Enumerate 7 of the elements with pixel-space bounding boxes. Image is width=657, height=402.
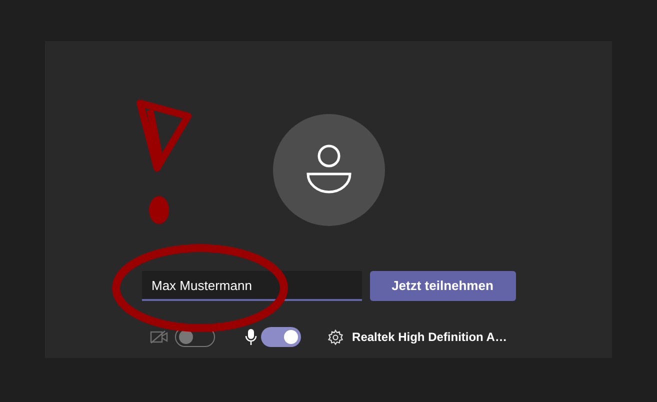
microphone-icon (245, 328, 258, 346)
microphone-toggle[interactable] (261, 327, 302, 347)
join-button[interactable]: Jetzt teilnehmen (370, 271, 516, 301)
name-field[interactable]: Max Mustermann (142, 271, 362, 301)
settings-icon[interactable] (327, 328, 344, 346)
audio-device-label[interactable]: Realtek High Definition A… (352, 328, 507, 346)
camera-off-icon (150, 330, 168, 344)
